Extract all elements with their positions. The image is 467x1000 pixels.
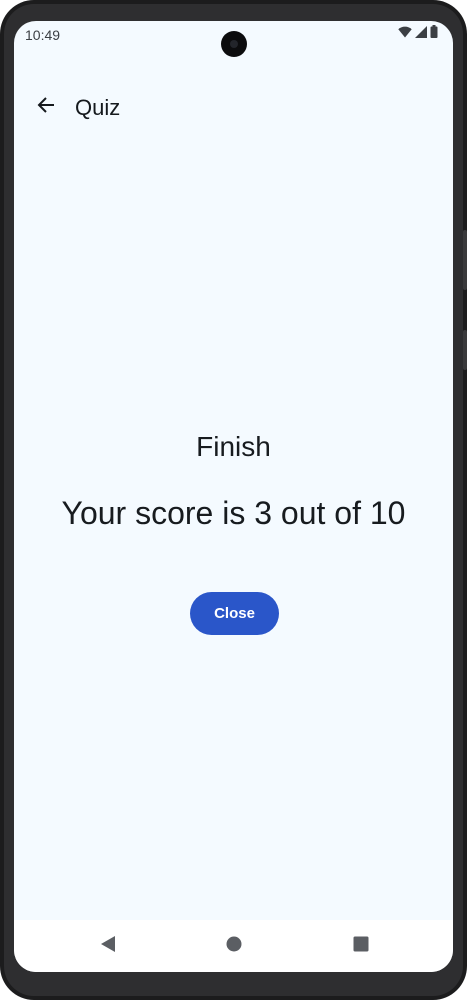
status-time: 10:49 xyxy=(25,27,61,43)
top-app-bar: Quiz xyxy=(14,81,453,133)
page-title: Quiz xyxy=(75,95,121,120)
status-icons xyxy=(398,25,438,43)
front-camera xyxy=(221,31,247,57)
nav-back-icon xyxy=(100,935,116,957)
power-button xyxy=(463,330,467,370)
screen: 10:49 Quiz Finish Your score is 3 out of… xyxy=(14,21,453,972)
nav-recents-icon xyxy=(353,936,369,957)
close-button[interactable]: Close xyxy=(190,592,279,635)
wifi-icon xyxy=(398,25,412,43)
back-button[interactable] xyxy=(30,91,62,123)
cellular-signal-icon xyxy=(415,25,427,43)
volume-button xyxy=(463,230,467,290)
nav-recents-button[interactable] xyxy=(349,934,373,958)
navigation-bar xyxy=(14,920,453,972)
score-text: Your score is 3 out of 10 xyxy=(61,495,406,531)
status-bar: 10:49 xyxy=(14,21,453,57)
nav-home-button[interactable] xyxy=(222,934,246,958)
arrow-back-icon xyxy=(36,95,56,120)
battery-icon xyxy=(430,25,438,43)
finish-heading: Finish xyxy=(196,431,271,462)
nav-home-icon xyxy=(226,936,242,957)
nav-back-button[interactable] xyxy=(96,934,120,958)
device-frame: 10:49 Quiz Finish Your score is 3 out of… xyxy=(0,0,467,1000)
